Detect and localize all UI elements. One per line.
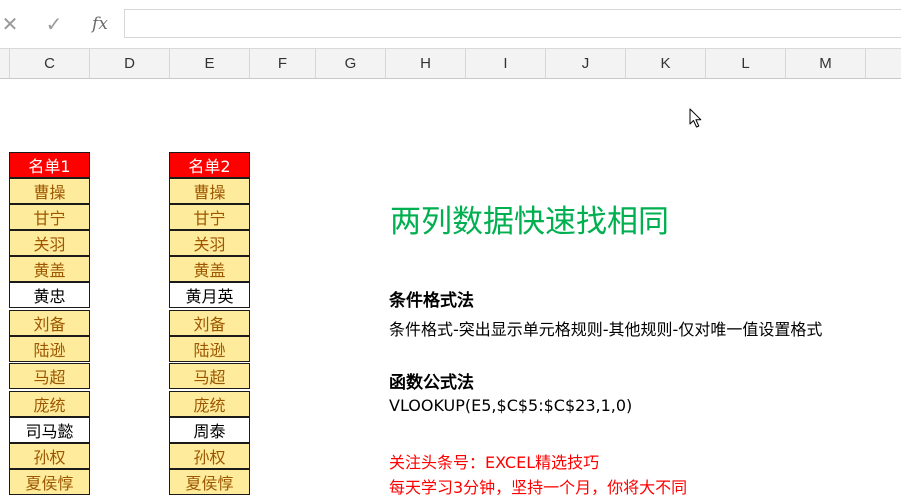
list-2-header[interactable]: 名单2 [169, 152, 250, 178]
column-header-f[interactable]: F [250, 49, 316, 78]
list-1-cell[interactable]: 司马懿 [9, 417, 90, 443]
column-header-c[interactable]: C [10, 49, 90, 78]
list-2-cell[interactable]: 孙权 [169, 443, 250, 469]
cancel-icon[interactable]: ✕ [0, 12, 22, 36]
list-1-cell[interactable]: 刘备 [9, 310, 90, 336]
column-header-partial-right[interactable] [866, 49, 901, 78]
list-2-cell[interactable]: 陆逊 [169, 336, 250, 362]
list-2-cell[interactable]: 庞统 [169, 391, 250, 417]
list-2-cell[interactable]: 马超 [169, 363, 250, 389]
list-1-cell[interactable]: 夏侯惇 [9, 469, 90, 495]
column-header-e[interactable]: E [170, 49, 250, 78]
list-2-cell[interactable]: 刘备 [169, 310, 250, 336]
promo-line-1: 关注头条号：EXCEL精选技巧 [389, 453, 600, 472]
column-header-h[interactable]: H [386, 49, 466, 78]
list-1-cell[interactable]: 黄盖 [9, 256, 90, 282]
column-header-m[interactable]: M [786, 49, 866, 78]
column-header-i[interactable]: I [466, 49, 546, 78]
list-2-cell[interactable]: 甘宁 [169, 204, 250, 230]
insert-function-icon[interactable]: fx [86, 12, 114, 36]
mouse-pointer-icon [689, 108, 702, 128]
method-1-heading: 条件格式法 [389, 291, 474, 311]
list-2-cell[interactable]: 夏侯惇 [169, 469, 250, 495]
method-2-formula: VLOOKUP(E5,$C$5:$C$23,1,0) [389, 396, 633, 415]
list-1-cell[interactable]: 曹操 [9, 178, 90, 204]
list-1-cell[interactable]: 陆逊 [9, 336, 90, 362]
page-title: 两列数据快速找相同 [390, 204, 669, 240]
confirm-icon[interactable]: ✓ [42, 12, 66, 36]
column-header-bar: C D E F G H I J K L M [0, 48, 901, 79]
column-header-g[interactable]: G [316, 49, 386, 78]
list-2-cell[interactable]: 黄月英 [169, 282, 250, 308]
formula-bar: ✕ ✓ fx [0, 0, 901, 48]
column-header-l[interactable]: L [706, 49, 786, 78]
column-header-k[interactable]: K [626, 49, 706, 78]
method-1-body: 条件格式-突出显示单元格规则-其他规则-仅对唯一值设置格式 [389, 320, 823, 339]
method-2-heading: 函数公式法 [389, 373, 474, 393]
list-1-cell[interactable]: 关羽 [9, 230, 90, 256]
column-header-j[interactable]: J [546, 49, 626, 78]
list-1-cell[interactable]: 孙权 [9, 443, 90, 469]
list-2-cell[interactable]: 关羽 [169, 230, 250, 256]
list-1-cell[interactable]: 庞统 [9, 391, 90, 417]
list-1-header[interactable]: 名单1 [9, 152, 90, 178]
promo-line-2: 每天学习3分钟，坚持一个月，你将大不同 [389, 478, 688, 497]
formula-input[interactable] [124, 9, 901, 38]
list-2-cell[interactable]: 黄盖 [169, 256, 250, 282]
column-header-partial[interactable] [0, 49, 10, 78]
list-1-cell[interactable]: 马超 [9, 363, 90, 389]
list-2-cell[interactable]: 曹操 [169, 178, 250, 204]
column-header-d[interactable]: D [90, 49, 170, 78]
list-1-cell[interactable]: 甘宁 [9, 204, 90, 230]
list-1-cell[interactable]: 黄忠 [9, 282, 90, 308]
list-2-cell[interactable]: 周泰 [169, 417, 250, 443]
